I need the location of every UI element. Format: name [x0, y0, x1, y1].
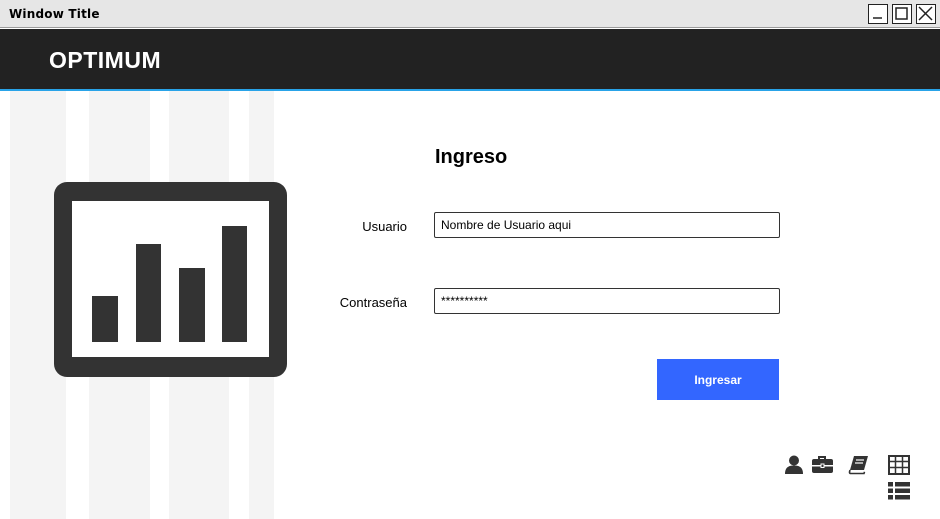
- password-input[interactable]: [434, 288, 780, 314]
- minimize-button[interactable]: [868, 4, 888, 24]
- username-label: Usuario: [362, 219, 407, 234]
- window-title: Window Title: [9, 7, 100, 21]
- login-title: Ingreso: [435, 146, 508, 168]
- login-submit-button[interactable]: Ingresar: [657, 359, 779, 400]
- book-icon[interactable]: [848, 455, 870, 475]
- list-icon[interactable]: [888, 481, 910, 501]
- bar-chart-icon: [54, 182, 287, 377]
- user-icon[interactable]: [784, 455, 806, 475]
- close-icon: [918, 6, 933, 21]
- maximize-button[interactable]: [892, 4, 912, 24]
- brand-logo-text: OPTIMUM: [49, 47, 162, 73]
- username-input[interactable]: [434, 212, 780, 238]
- table-icon[interactable]: [888, 455, 910, 475]
- close-button[interactable]: [916, 4, 936, 24]
- briefcase-icon[interactable]: [811, 455, 833, 475]
- app-header: OPTIMUM: [0, 29, 940, 91]
- window-titlebar: Window Title: [0, 0, 940, 28]
- password-label: Contraseña: [339, 295, 407, 310]
- minimize-icon: [873, 17, 882, 19]
- maximize-icon: [895, 7, 908, 20]
